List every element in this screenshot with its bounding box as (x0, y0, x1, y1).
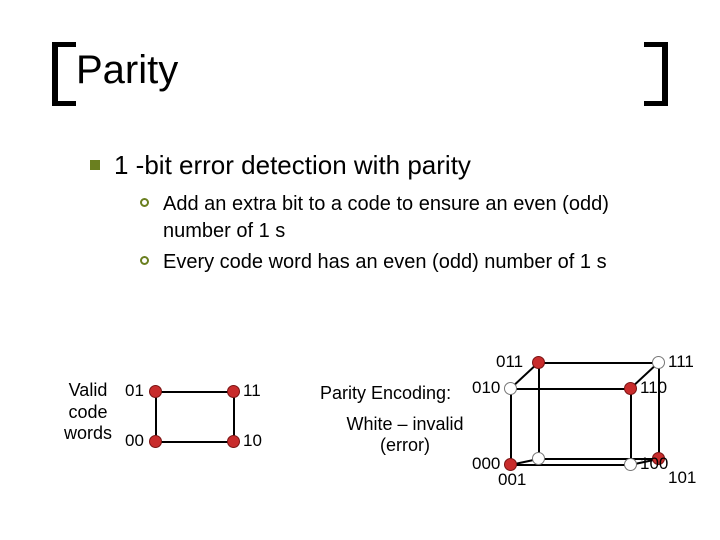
edge (538, 362, 660, 364)
edge (630, 388, 632, 464)
edge (510, 464, 632, 466)
node-110 (624, 382, 637, 395)
square-bullet-icon (90, 160, 100, 170)
lbl-10: 10 (243, 431, 262, 451)
lbl-100: 100 (640, 454, 668, 474)
lbl-010: 010 (472, 378, 500, 398)
content-block: 1 -bit error detection with parity Add a… (90, 150, 680, 280)
bullet-l2-text: Add an extra bit to a code to ensure an … (163, 191, 680, 245)
bullet-l2-text: Every code word has an even (odd) number… (163, 249, 607, 276)
bullet-l2: Add an extra bit to a code to ensure an … (140, 191, 680, 245)
invalid-note: White – invalid (error) (330, 414, 480, 456)
node-011 (532, 356, 545, 369)
lbl-101: 101 (668, 468, 696, 488)
edge (155, 441, 235, 443)
circle-bullet-icon (140, 198, 149, 207)
node-010 (504, 382, 517, 395)
bracket-left (52, 42, 76, 106)
title-bar: Parity (60, 48, 660, 92)
lbl-00: 00 (125, 431, 144, 451)
valid-code-words-label: Valid code words (60, 380, 116, 445)
parity-encoding-label: Parity Encoding: (320, 383, 451, 404)
edge (510, 388, 512, 464)
node-100 (624, 458, 637, 471)
node-001 (532, 452, 545, 465)
edge (538, 362, 540, 458)
lbl-011: 011 (496, 352, 523, 372)
square-diagram: 01 11 00 10 (130, 375, 270, 465)
node-01 (149, 385, 162, 398)
lbl-11: 11 (243, 381, 261, 401)
circle-bullet-icon (140, 256, 149, 265)
lbl-001: 001 (498, 470, 526, 490)
bullet-l2-list: Add an extra bit to a code to ensure an … (140, 191, 680, 276)
edge (658, 362, 660, 458)
lbl-01: 01 (125, 381, 144, 401)
lbl-111: 111 (668, 352, 694, 372)
node-11 (227, 385, 240, 398)
bracket-right (644, 42, 668, 106)
node-111 (652, 356, 665, 369)
edge (155, 391, 235, 393)
cube-diagram: 011 111 010 110 001 101 000 100 (490, 340, 700, 500)
lbl-000: 000 (472, 454, 500, 474)
bullet-l2: Every code word has an even (odd) number… (140, 249, 680, 276)
lbl-110: 110 (640, 378, 667, 398)
edge (510, 388, 632, 390)
bullet-l1-text: 1 -bit error detection with parity (114, 150, 471, 181)
bullet-l1: 1 -bit error detection with parity (90, 150, 680, 181)
node-00 (149, 435, 162, 448)
slide-title: Parity (76, 48, 660, 92)
node-10 (227, 435, 240, 448)
